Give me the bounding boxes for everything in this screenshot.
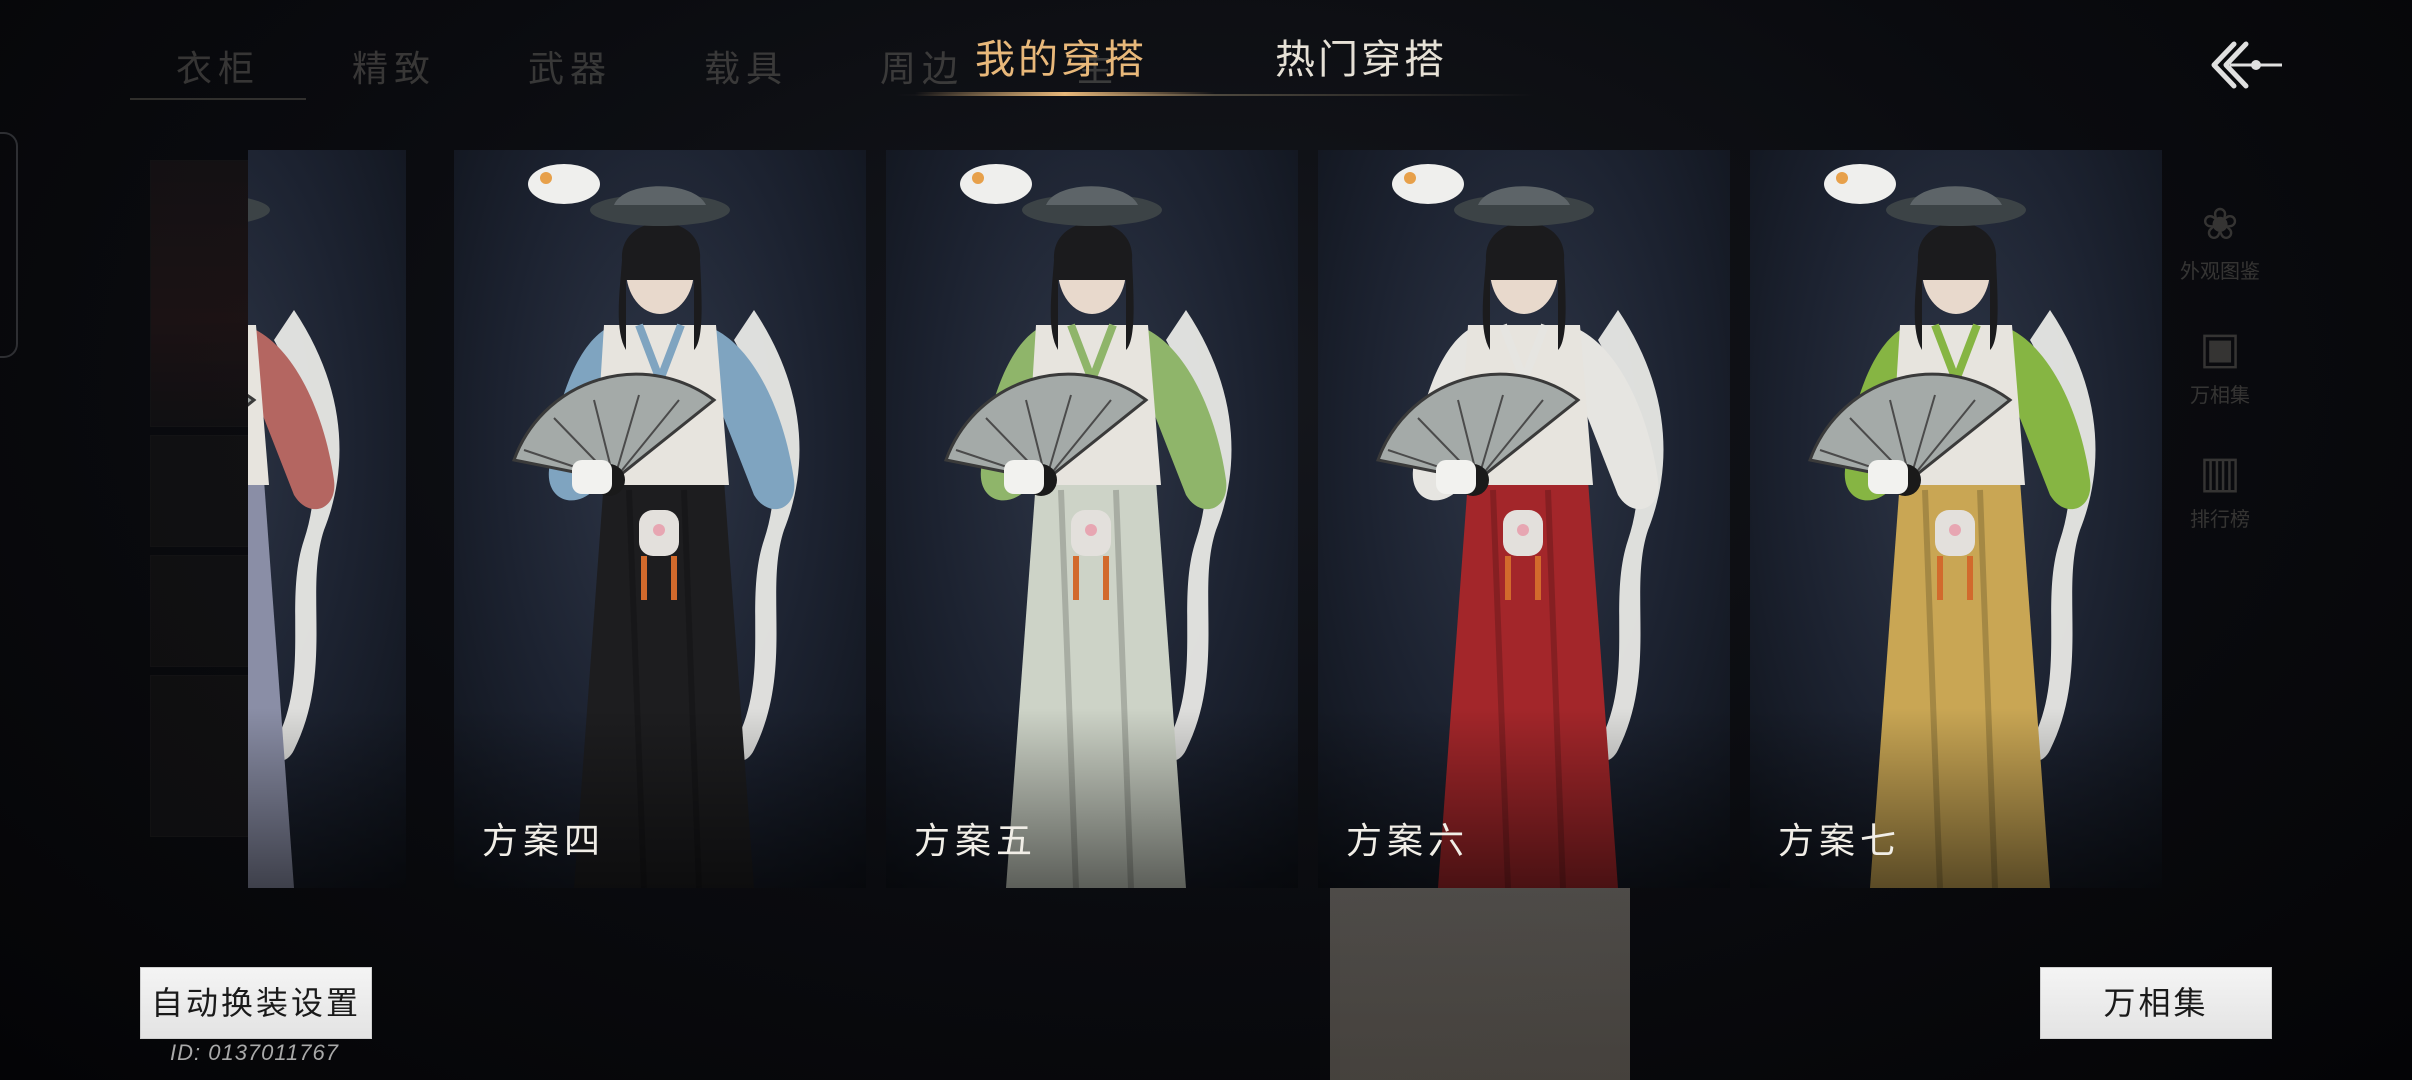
bg-side-label: 万相集 xyxy=(2190,383,2250,407)
bg-side-label: 排行榜 xyxy=(2190,507,2250,531)
back-button[interactable] xyxy=(2200,30,2290,100)
auto-change-settings-button[interactable]: 自动换装设置 xyxy=(140,967,372,1039)
outfit-name: 方案五 xyxy=(914,821,1038,862)
bg-side-item: ❀ 外观图鉴 xyxy=(2168,160,2272,284)
outfit-carousel[interactable]: 方案四 方案五 方案六 方案七 xyxy=(248,150,2166,888)
bg-tab: 载具 xyxy=(703,49,788,90)
bg-side-item: ▣ 万相集 xyxy=(2168,284,2272,408)
bg-tab: 武器 xyxy=(527,49,612,90)
lotus-icon: ❀ xyxy=(2201,199,2239,250)
outfit-name: 方案七 xyxy=(1778,821,1902,862)
outfit-card[interactable]: 方案五 xyxy=(886,150,1298,888)
outfit-name: 方案六 xyxy=(1346,821,1470,862)
outfit-card[interactable]: 方案四 xyxy=(454,150,866,888)
outfit-card[interactable]: 方案七 xyxy=(1750,150,2162,888)
bg-side-item: ▥ 排行榜 xyxy=(2168,408,2272,532)
bg-side-label: 外观图鉴 xyxy=(2180,259,2260,283)
bg-tab: 衣柜 xyxy=(130,40,306,100)
wanxiangji-button[interactable]: 万相集 xyxy=(2040,967,2272,1039)
card-shade xyxy=(248,708,406,888)
bg-tab: 精致 xyxy=(351,49,436,90)
left-edge-handle xyxy=(0,132,18,358)
album-icon: ▣ xyxy=(2199,323,2241,374)
tab-popular-outfits[interactable]: 热门穿搭 xyxy=(1275,28,1447,92)
tab-my-outfits[interactable]: 我的穿搭 xyxy=(975,28,1147,92)
background-side-menu: ❀ 外观图鉴 ▣ 万相集 ▥ 排行榜 xyxy=(2168,160,2272,532)
outfit-tab-bar: 我的穿搭 热门穿搭 xyxy=(895,28,1535,100)
back-arrow-icon xyxy=(2211,41,2282,89)
ranking-icon: ▥ xyxy=(2199,447,2241,498)
outfit-card[interactable]: 方案六 xyxy=(1318,150,1730,888)
screen: 衣柜 精致 武器 载具 周边 主 ❀ 外观图鉴 ▣ 万相集 ▥ 排行榜 我的穿搭… xyxy=(0,0,2412,1080)
outfit-name: 方案四 xyxy=(482,821,606,862)
player-id: ID: 0137011767 xyxy=(170,1040,339,1065)
active-tab-indicator xyxy=(915,92,1215,96)
outfit-card[interactable] xyxy=(248,150,406,888)
